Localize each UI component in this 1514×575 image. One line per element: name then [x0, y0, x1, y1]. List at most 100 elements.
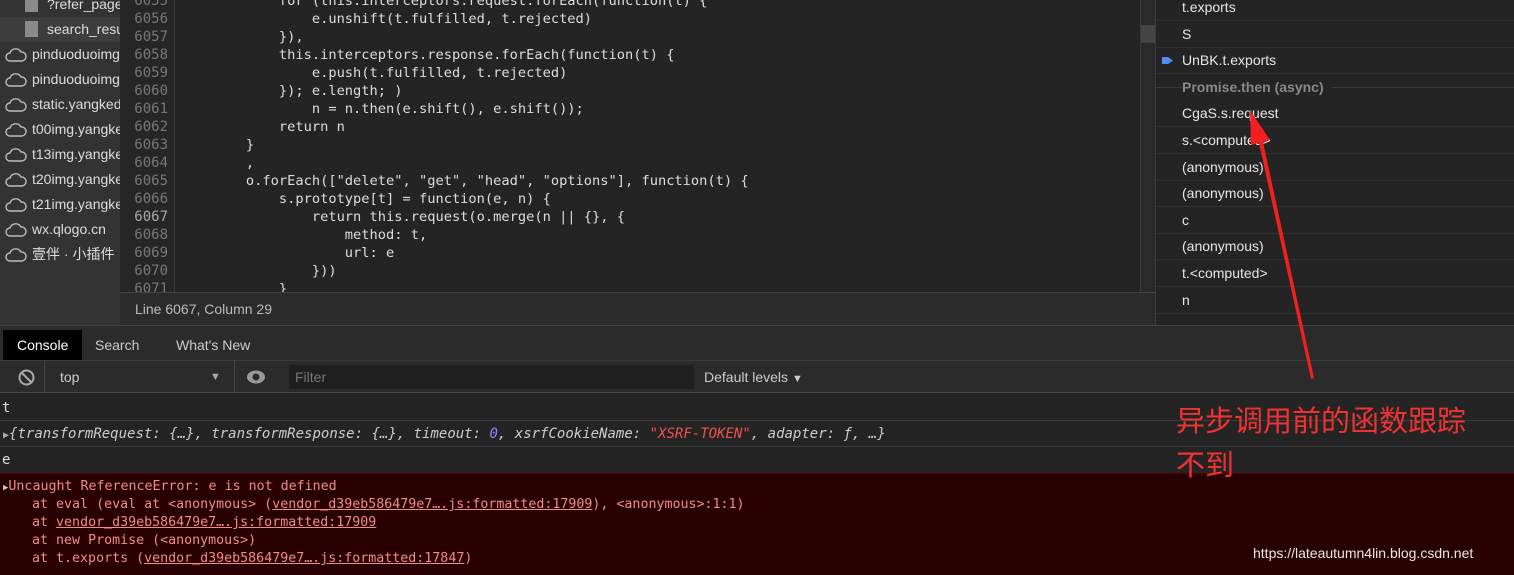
- call-frame[interactable]: CgaS.s.request: [1156, 100, 1514, 128]
- call-frame-label: n: [1182, 291, 1190, 308]
- line-number[interactable]: 6055: [118, 0, 168, 10]
- annotation-text: 异步调用前的函数跟踪 不到: [1176, 406, 1467, 482]
- code-editor[interactable]: for (this.interceptors.request.forEach(f…: [175, 0, 1140, 292]
- call-frame[interactable]: n: [1156, 287, 1514, 314]
- call-frame-label: t.<computed>: [1182, 265, 1268, 281]
- tab-search[interactable]: Search: [81, 330, 153, 360]
- cloud-icon: [5, 48, 27, 62]
- file-tree-item[interactable]: static.yangkeduo: [0, 92, 120, 117]
- file-tree-label: 壹伴 · 小插件: [32, 246, 115, 262]
- line-number[interactable]: 6065: [118, 172, 168, 190]
- line-number[interactable]: 6068: [118, 226, 168, 244]
- code-line: }: [180, 137, 255, 153]
- object-text: {transformRequest: {…}, transformRespons…: [9, 426, 490, 442]
- source-link[interactable]: vendor_d39eb586479e7….js:formatted:17909: [272, 497, 592, 512]
- stack-line: at eval (eval at <anonymous> (vendor_d39…: [0, 497, 745, 512]
- filter-input[interactable]: [289, 365, 694, 389]
- cloud-icon: [5, 148, 27, 162]
- context-value: top: [60, 369, 80, 385]
- object-text: , adapter: ƒ, …}: [750, 426, 886, 442]
- file-tree-item[interactable]: search_result: [0, 17, 120, 42]
- file-tree-label: search_result: [47, 21, 120, 37]
- chevron-down-icon: ▼: [791, 373, 803, 385]
- stack-line: at vendor_d39eb586479e7….js:formatted:17…: [0, 515, 377, 530]
- log-levels-label: Default levels: [704, 369, 789, 385]
- call-frame[interactable]: t.<computed>: [1156, 260, 1514, 287]
- call-frame-label: (anonymous): [1182, 238, 1264, 255]
- call-frame[interactable]: t.exports: [1156, 0, 1514, 21]
- line-number[interactable]: 6062: [118, 118, 168, 136]
- call-frame[interactable]: (anonymous): [1156, 180, 1514, 208]
- line-number[interactable]: 6063: [118, 136, 168, 154]
- file-tree: ?refer_page search_result pinduoduoimg pind…: [0, 0, 120, 325]
- file-tree-item[interactable]: wx.qlogo.cn: [0, 217, 120, 242]
- file-tree-item[interactable]: t00img.yangkeduo: [0, 117, 120, 142]
- code-line: n = n.then(e.shift(), e.shift());: [180, 101, 584, 117]
- line-number[interactable]: 6064: [118, 154, 168, 172]
- call-frame[interactable]: (anonymous): [1156, 233, 1514, 261]
- stack-line: at new Promise (<anonymous>): [0, 533, 257, 548]
- cloud-icon: [5, 123, 27, 137]
- cloud-icon: [5, 223, 27, 237]
- call-frame[interactable]: s.<computed>: [1156, 127, 1514, 154]
- object-number: 0: [489, 426, 498, 442]
- current-frame-arrow-icon: [1162, 57, 1173, 65]
- code-line: e.unshift(t.fulfilled, t.rejected): [180, 11, 593, 27]
- call-frame[interactable]: c: [1156, 207, 1514, 234]
- file-tree-item[interactable]: t13img.yangkeduo: [0, 142, 120, 167]
- call-frame-label: t.exports: [1182, 0, 1236, 15]
- file-tree-item[interactable]: pinduoduoimg: [0, 42, 120, 67]
- call-frame-label: UnBK.t.exports: [1182, 52, 1277, 69]
- tab-whats-new[interactable]: What's New: [162, 330, 264, 360]
- file-tree-item[interactable]: 壹伴 · 小插件: [0, 242, 120, 267]
- call-frame[interactable]: S: [1156, 21, 1514, 48]
- code-line: }: [180, 281, 288, 292]
- code-line: method: t,: [180, 227, 428, 243]
- cloud-icon: [5, 98, 27, 112]
- line-number[interactable]: 6057: [118, 28, 168, 46]
- call-frame[interactable]: UnBK.t.exports: [1156, 47, 1514, 75]
- cloud-icon: [5, 173, 27, 187]
- call-frame-label: (anonymous): [1182, 158, 1264, 175]
- line-gutter: 6055 6056 6057 6058 6059 6060 6061 6062 6063 6064…: [118, 0, 175, 297]
- context-selector[interactable]: top ▼: [60, 361, 230, 393]
- code-line: return n: [180, 119, 345, 135]
- source-link[interactable]: vendor_d39eb586479e7….js:formatted:17847: [144, 551, 464, 566]
- line-number[interactable]: 6060: [118, 82, 168, 100]
- line-number[interactable]: 6061: [118, 100, 168, 118]
- eye-icon[interactable]: [246, 369, 266, 385]
- line-number[interactable]: 6066: [118, 190, 168, 208]
- source-link[interactable]: vendor_d39eb586479e7….js:formatted:17909: [56, 515, 376, 530]
- line-number[interactable]: 6059: [118, 64, 168, 82]
- object-string: "XSRF-TOKEN": [649, 426, 751, 442]
- file-tree-label: t21img.yangkeduo: [32, 196, 120, 212]
- line-number[interactable]: 6069: [118, 244, 168, 262]
- console-toolbar: top ▼ Default levels ▼: [0, 361, 1514, 393]
- file-tree-label: t13img.yangkeduo: [32, 146, 120, 162]
- cloud-icon: [5, 248, 27, 262]
- file-tree-item[interactable]: pinduoduoimg: [0, 67, 120, 92]
- error-title[interactable]: ▶Uncaught ReferenceError: e is not defin…: [3, 478, 337, 496]
- file-tree-item[interactable]: t21img.yangkeduo: [0, 192, 120, 217]
- line-number[interactable]: 6058: [118, 46, 168, 64]
- log-levels-dropdown[interactable]: Default levels ▼: [704, 361, 803, 393]
- call-stack-panel: t.exports S UnBK.t.exports Promise.then (as…: [1155, 0, 1514, 325]
- file-tree-item[interactable]: ?refer_page: [0, 0, 120, 17]
- editor-scrollbar[interactable]: [1140, 0, 1155, 292]
- cloud-icon: [5, 73, 27, 87]
- line-number[interactable]: 6067: [118, 208, 168, 226]
- code-line: return this.request(o.merge(n || {}, {: [180, 209, 625, 225]
- code-line: }),: [180, 29, 304, 45]
- tab-console[interactable]: Console: [3, 330, 83, 360]
- error-title-text: Uncaught ReferenceError: e is not define…: [8, 479, 337, 494]
- call-frame[interactable]: (anonymous): [1156, 154, 1514, 181]
- clear-console-icon[interactable]: [18, 369, 35, 386]
- file-tree-item[interactable]: t20img.yangkeduo: [0, 167, 120, 192]
- code-line: ,: [180, 155, 255, 171]
- code-line: this.interceptors.response.forEach(funct…: [180, 47, 675, 63]
- call-frame-label: (anonymous): [1182, 185, 1264, 202]
- line-number[interactable]: 6056: [118, 10, 168, 28]
- code-line: url: e: [180, 245, 395, 261]
- file-tree-label: pinduoduoimg: [32, 71, 120, 87]
- line-number[interactable]: 6070: [118, 262, 168, 280]
